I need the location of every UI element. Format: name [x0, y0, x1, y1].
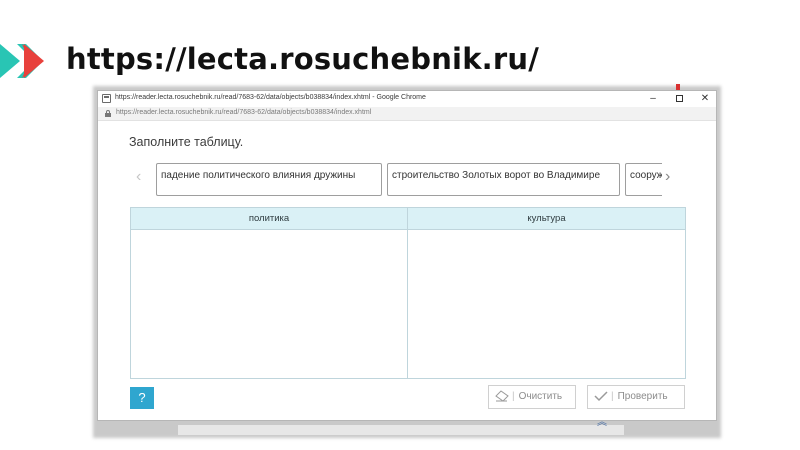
separator: |	[512, 391, 515, 402]
drop-zone-culture[interactable]	[408, 230, 685, 378]
answer-chip[interactable]: сооружение	[625, 163, 662, 196]
clear-label: Очистить	[518, 391, 563, 402]
minimize-button[interactable]: –	[640, 91, 666, 107]
answer-chip[interactable]: падение политического влияния дружины	[156, 163, 382, 196]
answer-chip[interactable]: строительство Золотых ворот во Владимире	[387, 163, 620, 196]
window-title: https://reader.lecta.rosuchebnik.ru/read…	[115, 94, 426, 101]
window-titlebar: https://reader.lecta.rosuchebnik.ru/read…	[98, 91, 716, 107]
check-button[interactable]: | Проверить	[587, 385, 685, 409]
answer-chip-strip: падение политического влияния дружины ст…	[155, 161, 662, 197]
background-window-strip	[178, 425, 624, 435]
clear-button[interactable]: | Очистить	[488, 385, 576, 409]
checkmark-icon	[594, 391, 608, 402]
separator: |	[611, 391, 614, 402]
browser-window: https://reader.lecta.rosuchebnik.ru/read…	[97, 90, 717, 421]
slide-title: https://lecta.rosuchebnik.ru/	[66, 42, 540, 76]
maximize-icon	[675, 95, 683, 102]
lock-icon	[105, 110, 111, 117]
eraser-icon	[495, 390, 509, 403]
address-bar[interactable]: https://reader.lecta.rosuchebnik.ru/read…	[98, 107, 716, 121]
task-title: Заполните таблицу.	[129, 135, 244, 149]
page-icon	[102, 94, 111, 103]
check-label: Проверить	[617, 391, 668, 402]
sort-table: политика культура	[130, 207, 686, 379]
close-button[interactable]: ✕	[692, 91, 716, 107]
chevron-left-icon[interactable]: ‹	[136, 169, 141, 185]
logo-icon	[0, 44, 44, 78]
maximize-button[interactable]	[666, 91, 692, 107]
column-header-culture: культура	[408, 208, 685, 230]
drop-zone-politics[interactable]	[131, 230, 408, 378]
address-url[interactable]: https://reader.lecta.rosuchebnik.ru/read…	[116, 109, 371, 116]
column-header-politics: политика	[131, 208, 408, 230]
chevron-right-icon[interactable]: ›	[665, 169, 670, 185]
help-button[interactable]: ?	[130, 387, 154, 409]
